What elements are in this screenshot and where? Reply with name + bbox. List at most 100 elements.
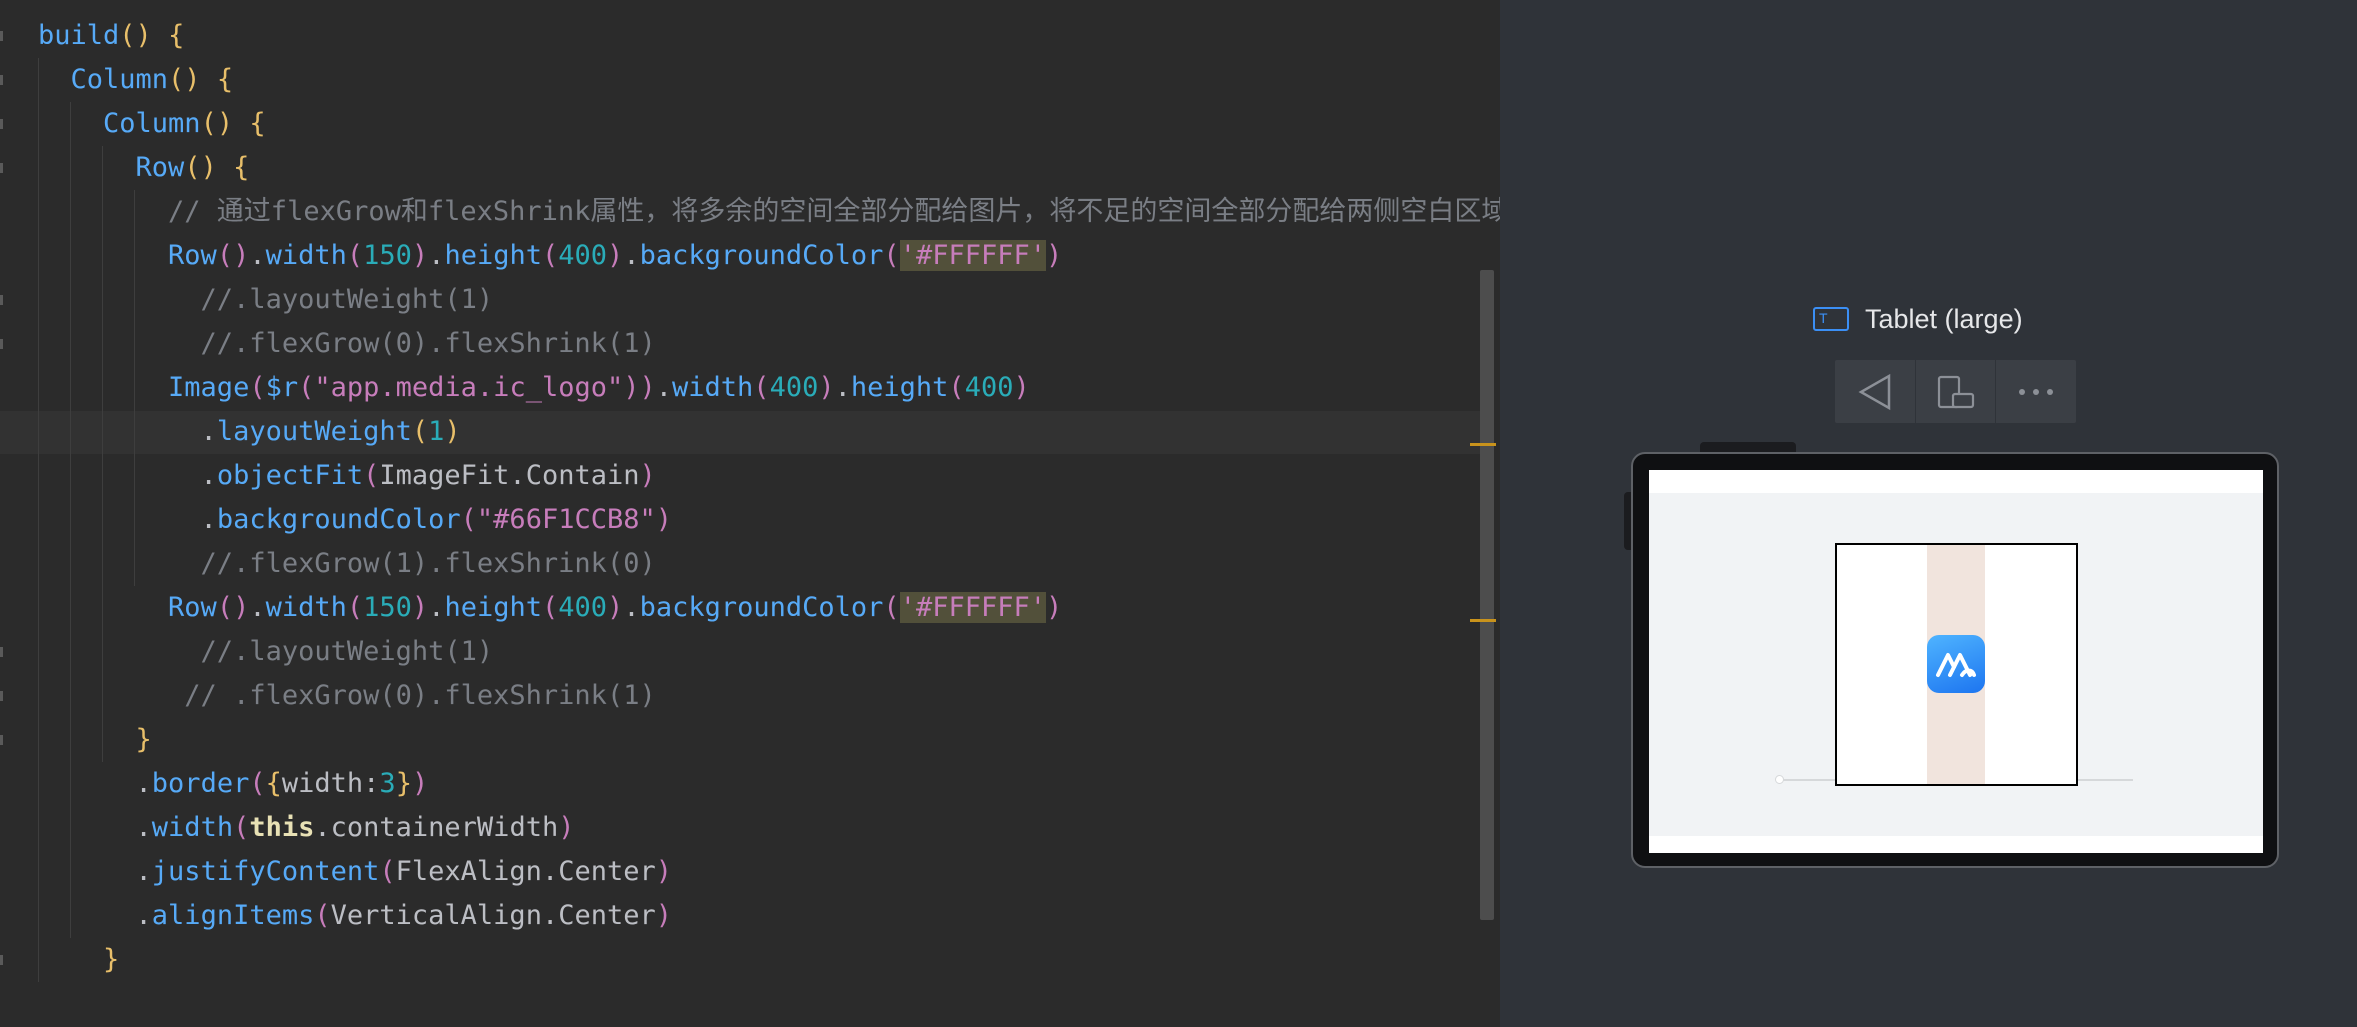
change-marker[interactable] xyxy=(1470,443,1496,446)
code-token: 400 xyxy=(558,592,608,623)
code-line[interactable]: Row() { xyxy=(38,146,250,190)
code-line[interactable]: } xyxy=(38,718,152,762)
code-line[interactable]: Image($r("app.media.ic_logo")).width(400… xyxy=(38,366,1030,410)
code-line[interactable]: .justifyContent(FlexAlign.Center) xyxy=(38,850,672,894)
code-token: ( xyxy=(542,592,559,623)
code-token: } xyxy=(38,944,120,975)
code-token: . xyxy=(249,240,266,271)
code-editor[interactable]: build() { Column() { Column() { Row() { … xyxy=(0,0,1500,1027)
code-token: width xyxy=(265,592,347,623)
rotate-device-icon xyxy=(1937,375,1974,408)
code-line[interactable]: .backgroundColor("#66F1CCB8") xyxy=(38,498,672,542)
code-token: ) xyxy=(639,460,656,491)
code-token: ) xyxy=(607,240,624,271)
tablet-frame xyxy=(1631,452,2279,868)
code-token: Row xyxy=(38,152,185,183)
code-token: 1 xyxy=(428,416,445,447)
app-logo-icon xyxy=(1927,635,1985,693)
code-token: ) xyxy=(655,504,672,535)
code-line[interactable]: Row().width(150).height(400).backgroundC… xyxy=(38,586,1062,630)
code-line[interactable]: //.flexGrow(1).flexShrink(0) xyxy=(38,542,656,586)
code-token: ( xyxy=(411,416,429,447)
code-line[interactable]: .border({width:3}) xyxy=(38,762,429,806)
code-line[interactable]: Column() { xyxy=(38,102,266,146)
code-token: . xyxy=(38,460,217,491)
code-token: 400 xyxy=(964,372,1014,403)
change-marker[interactable] xyxy=(1470,619,1496,622)
fold-marker[interactable] xyxy=(0,647,3,657)
code-token: } xyxy=(395,768,412,799)
code-line[interactable]: //.layoutWeight(1) xyxy=(38,630,494,674)
code-token: justifyContent xyxy=(151,856,380,887)
code-token: Row xyxy=(38,592,217,623)
code-token: 150 xyxy=(363,240,412,271)
tablet-screen[interactable] xyxy=(1649,470,2263,853)
code-token: . xyxy=(249,592,266,623)
code-token: )) xyxy=(623,372,656,403)
code-line[interactable]: Row().width(150).height(400).backgroundC… xyxy=(38,234,1062,278)
fold-marker[interactable] xyxy=(0,31,3,41)
code-token: ( xyxy=(460,504,477,535)
code-token: { xyxy=(265,768,282,799)
fold-marker[interactable] xyxy=(0,119,3,129)
code-token: width xyxy=(151,812,234,843)
more-button[interactable] xyxy=(1996,360,2076,423)
code-token: height xyxy=(444,592,542,623)
code-token: . xyxy=(38,812,152,843)
previewer-toolbar xyxy=(1835,360,2076,423)
back-icon xyxy=(1858,373,1891,410)
device-label[interactable]: T Tablet (large) xyxy=(1813,302,2023,336)
code-token: ( xyxy=(298,372,315,403)
code-line[interactable]: Column() { xyxy=(38,58,234,102)
code-token: width xyxy=(265,240,347,271)
code-token: backgroundColor xyxy=(216,504,461,535)
code-line[interactable]: //.flexGrow(0).flexShrink(1) xyxy=(38,322,656,366)
row-container xyxy=(1835,543,2078,786)
editor-scrollbar[interactable] xyxy=(1480,270,1494,920)
code-token: alignItems xyxy=(151,900,315,931)
code-line[interactable]: .layoutWeight(1) xyxy=(38,410,461,454)
code-line[interactable]: build() { xyxy=(38,14,184,58)
code-token: ) xyxy=(1046,240,1063,271)
code-token: ) xyxy=(444,416,461,447)
code-token: ImageFit.Contain xyxy=(379,460,640,491)
code-token: Column xyxy=(38,64,169,95)
code-token: layoutWeight xyxy=(216,416,412,447)
code-token: backgroundColor xyxy=(639,240,884,271)
code-token: backgroundColor xyxy=(639,592,884,623)
fold-marker[interactable] xyxy=(0,955,3,965)
fold-marker[interactable] xyxy=(0,339,3,349)
back-button[interactable] xyxy=(1835,360,1916,423)
code-token: . xyxy=(655,372,673,403)
code-token: . xyxy=(428,240,445,271)
fold-marker[interactable] xyxy=(0,735,3,745)
fold-marker[interactable] xyxy=(0,75,3,85)
code-token: //.layoutWeight(1) xyxy=(38,636,494,667)
code-token: . xyxy=(38,416,217,447)
code-token: 400 xyxy=(769,372,819,403)
code-line[interactable]: .width(this.containerWidth) xyxy=(38,806,575,850)
code-line[interactable]: .alignItems(VerticalAlign.Center) xyxy=(38,894,672,938)
fold-marker[interactable] xyxy=(0,163,3,173)
code-token: . xyxy=(623,592,640,623)
code-token: ( xyxy=(249,372,266,403)
code-token: VerticalAlign.Center xyxy=(330,900,656,931)
code-token: border xyxy=(151,768,250,799)
code-line[interactable]: } xyxy=(38,938,119,982)
code-line[interactable]: //.layoutWeight(1) xyxy=(38,278,494,322)
tablet-icon: T xyxy=(1813,307,1849,331)
fold-marker[interactable] xyxy=(0,295,3,305)
fold-marker[interactable] xyxy=(0,691,3,701)
rotate-device-button[interactable] xyxy=(1916,360,1997,423)
code-line[interactable]: .objectFit(ImageFit.Contain) xyxy=(38,454,656,498)
code-token: ( xyxy=(233,812,250,843)
code-token: ) xyxy=(607,592,624,623)
bottom-bar xyxy=(1649,836,2263,853)
code-token: '#FFFFFF' xyxy=(899,240,1046,271)
code-line[interactable]: // 通过flexGrow和flexShrink属性，将多余的空间全部分配给图片… xyxy=(38,190,1500,234)
code-token: . xyxy=(428,592,445,623)
code-token: ( xyxy=(346,592,364,623)
code-line[interactable]: // .flexGrow(0).flexShrink(1) xyxy=(38,674,655,718)
code-token: () xyxy=(184,152,234,183)
code-token: .containerWidth xyxy=(314,812,559,843)
